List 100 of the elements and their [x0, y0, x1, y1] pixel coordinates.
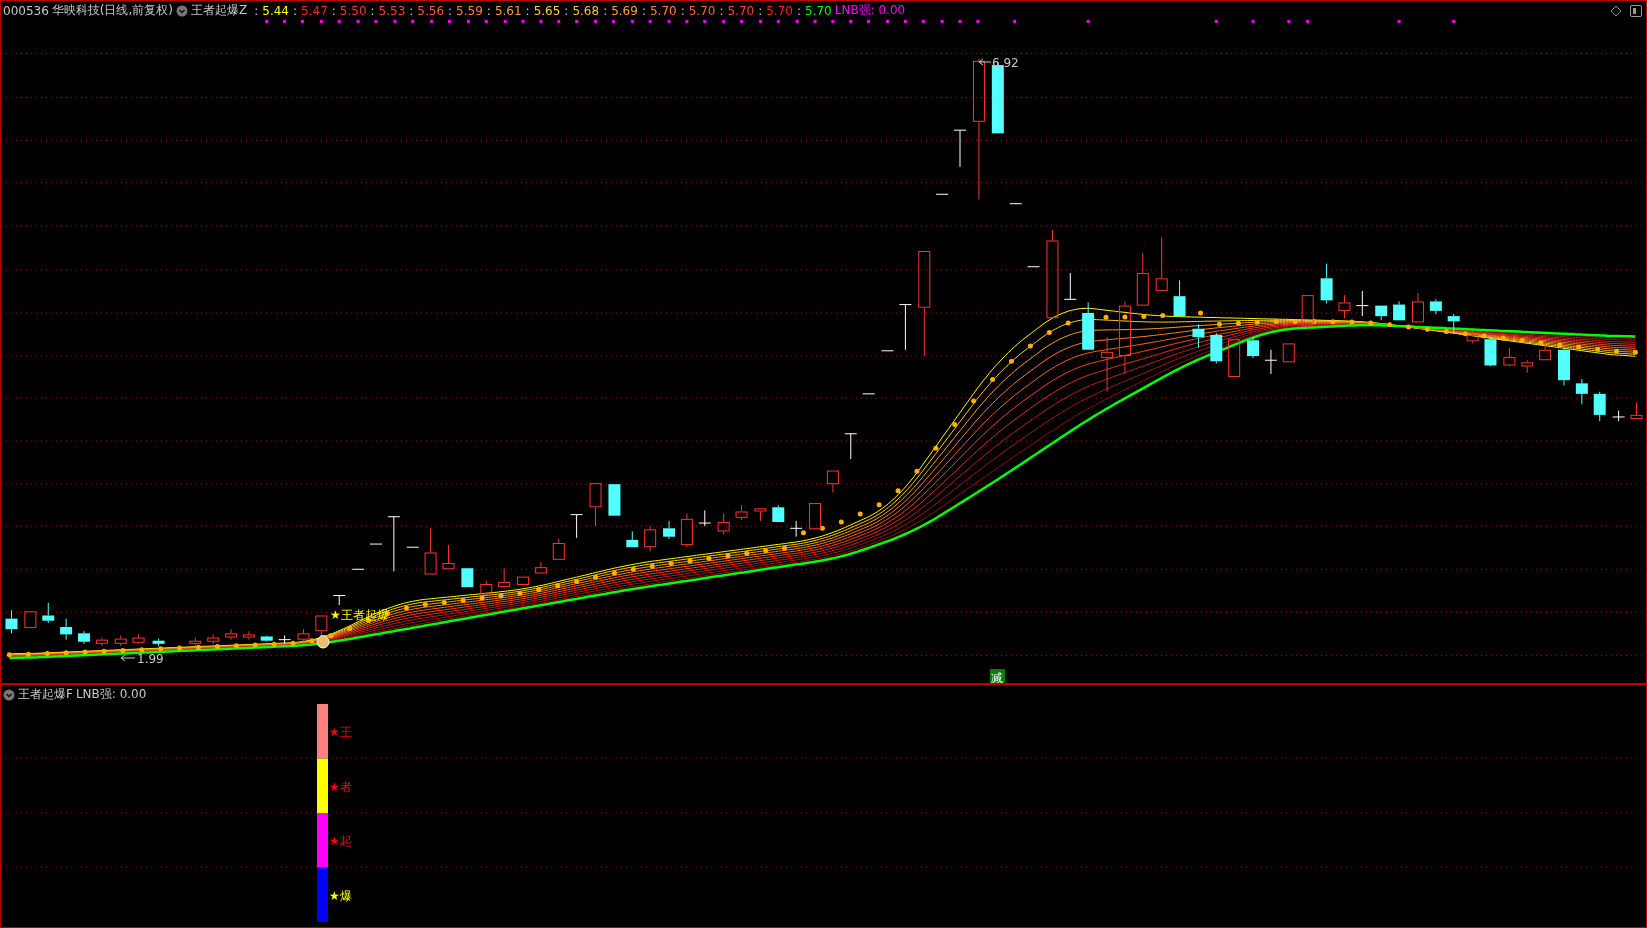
candlestick — [1393, 300, 1406, 321]
signal-stage-label: ★者 — [329, 779, 352, 794]
candlestick — [406, 546, 420, 548]
candlestick — [442, 544, 455, 570]
price-high-label: 6.92 — [992, 56, 1019, 70]
separator: : — [641, 3, 646, 18]
candlestick — [1375, 305, 1388, 321]
candlestick — [1447, 313, 1460, 334]
candlestick — [1630, 401, 1643, 420]
candlestick — [278, 634, 292, 645]
indicator-value: 5.50 — [339, 3, 367, 18]
panel-toggle-icon[interactable] — [1630, 4, 1642, 17]
separator: : — [564, 3, 569, 18]
candlestick — [480, 580, 493, 597]
dropdown-icon[interactable] — [176, 4, 188, 17]
separator: : — [680, 3, 685, 18]
candlestick — [1484, 336, 1497, 368]
indicator-value: 5.70 — [649, 3, 677, 18]
price-low-label: 1.99 — [137, 652, 164, 666]
candlestick — [1136, 252, 1149, 306]
indicator-value: 5.44 — [262, 3, 289, 18]
candlestick — [1539, 341, 1552, 361]
candlestick — [242, 630, 255, 641]
candlestick — [826, 470, 839, 494]
separator: : — [486, 3, 491, 18]
candlestick — [589, 483, 602, 527]
candlestick — [461, 568, 474, 588]
candlestick — [717, 513, 730, 536]
candlestick — [1082, 301, 1095, 350]
candlestick — [1429, 298, 1442, 315]
candlestick — [862, 393, 876, 395]
candlestick — [369, 543, 383, 545]
candlestick — [225, 628, 238, 641]
candlestick — [1009, 203, 1023, 205]
arrow-icon — [978, 58, 992, 66]
candlestick — [1173, 279, 1186, 317]
candlestick — [935, 193, 949, 195]
indicator-value: 5.47 — [301, 3, 328, 18]
signal-stage-label: ★起 — [329, 834, 352, 849]
candlestick — [260, 634, 273, 643]
separator: : — [758, 3, 763, 18]
arrow-icon — [120, 654, 136, 662]
candlestick — [680, 513, 693, 548]
candlestick — [789, 520, 803, 538]
separator: : — [719, 3, 724, 18]
separator: : — [370, 3, 375, 18]
candlestick — [297, 628, 310, 643]
candlestick — [754, 508, 767, 522]
candlestick — [1247, 336, 1260, 359]
indicator-reading: LNB强: 0.00 — [834, 2, 906, 19]
candlestick — [953, 129, 967, 168]
separator: : — [525, 3, 530, 18]
indicator-value: 5.68 — [572, 3, 600, 18]
candlestick — [1282, 343, 1295, 363]
candlestick — [1320, 263, 1333, 304]
candlestick — [1612, 410, 1626, 422]
candlestick — [570, 514, 584, 539]
indicator-value: 5.70 — [766, 3, 793, 18]
candlestick — [498, 567, 511, 588]
separator: : — [409, 3, 414, 18]
indicator-value: 5.61 — [494, 3, 522, 18]
candlestick — [663, 520, 676, 540]
candlestick — [1101, 336, 1114, 393]
candlestick — [207, 633, 220, 645]
candlestick — [189, 637, 202, 647]
candlestick — [881, 350, 895, 352]
candlestick — [626, 530, 639, 548]
candlestick — [1558, 347, 1570, 386]
candlestick — [1063, 272, 1077, 300]
candlestick — [424, 527, 437, 575]
candlestick — [1575, 378, 1588, 405]
indicator-value: 5.59 — [456, 3, 483, 18]
candlestick — [332, 595, 346, 606]
candlestick — [42, 602, 55, 624]
diamond-icon[interactable] — [1610, 4, 1622, 17]
indicator-value: 5.65 — [533, 3, 561, 18]
candlestick — [152, 638, 165, 647]
dropdown-icon[interactable] — [3, 688, 15, 701]
candlestick — [351, 568, 365, 570]
candlestick — [1338, 294, 1351, 319]
separator: : — [603, 3, 608, 18]
indicator-value: 5.53 — [378, 3, 406, 18]
signal-stage-label: ★王 — [329, 725, 352, 740]
candlestick — [844, 433, 858, 460]
candlestick — [898, 304, 912, 351]
candlestick — [552, 538, 565, 560]
candlestick — [644, 525, 657, 552]
stock-title: 华映科技(日线,前复权) — [51, 2, 173, 19]
candlestick — [95, 637, 108, 647]
candlestick — [1192, 324, 1205, 349]
candlestick — [78, 630, 90, 645]
indicator-value: 5.70 — [805, 3, 832, 18]
candlestick — [517, 576, 530, 585]
indicator-value: 5.70 — [688, 3, 716, 18]
separator: : — [331, 3, 336, 18]
candlestick — [1503, 347, 1516, 368]
candlestick — [735, 504, 748, 521]
stock-code: 000536 — [3, 3, 49, 18]
separator: : — [254, 3, 259, 18]
candlestick — [772, 504, 785, 522]
